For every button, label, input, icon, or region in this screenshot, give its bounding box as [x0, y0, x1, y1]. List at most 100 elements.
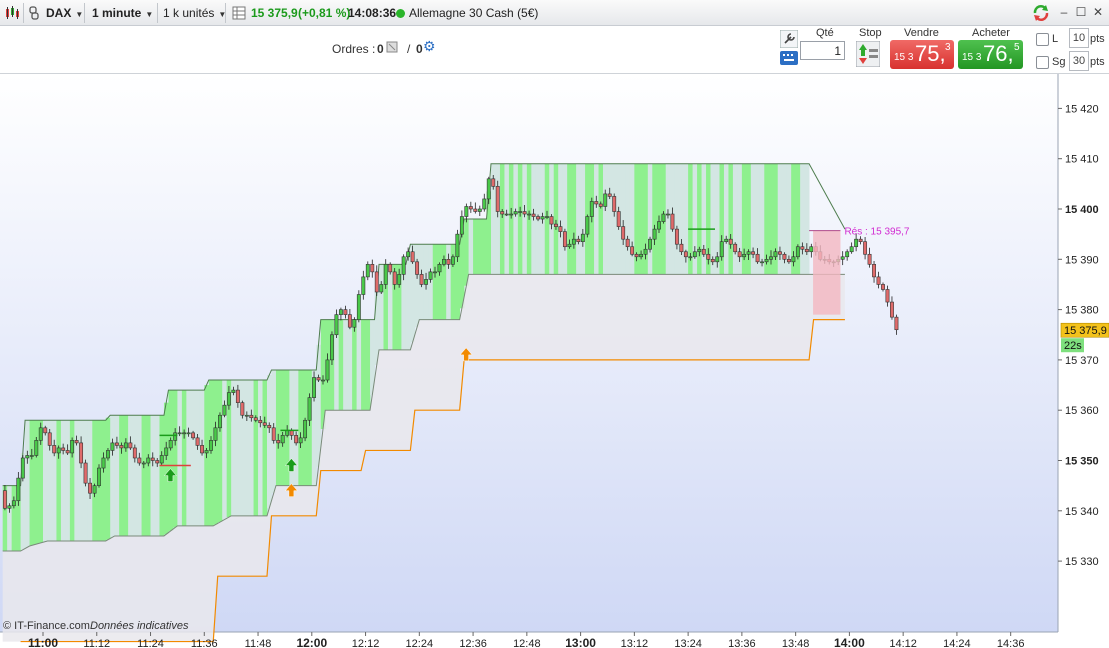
- candle-down: [863, 241, 868, 255]
- candle-up: [809, 246, 814, 253]
- x-tick-label: 13:36: [728, 638, 756, 648]
- channel-band: [697, 163, 702, 275]
- y-tick-label: 15 400: [1065, 204, 1099, 216]
- candle-down: [594, 201, 599, 205]
- channel-band: [759, 163, 765, 275]
- channel-band: [576, 163, 581, 275]
- pending-orders-icon[interactable]: [386, 41, 398, 53]
- channel-band: [25, 420, 30, 548]
- quantity-input[interactable]: 1: [800, 41, 845, 60]
- channel-band: [177, 390, 183, 526]
- candle-up: [280, 435, 285, 444]
- resistance-zone: [813, 230, 841, 315]
- candle-up: [513, 211, 518, 215]
- channel-band: [258, 380, 263, 516]
- x-tick-label: 11:24: [137, 638, 164, 648]
- sell-button[interactable]: 15 3 75, 3: [890, 40, 954, 69]
- candle-up: [504, 213, 509, 216]
- units-select[interactable]: 1 k unités ▼: [163, 0, 226, 26]
- channel-band: [571, 163, 577, 275]
- price-chart[interactable]: Rés : 15 395,7 15 330 15 340 15 350 15 360 1…: [0, 74, 1109, 648]
- x-tick-label: 12:36: [459, 638, 487, 648]
- candle-down: [710, 258, 715, 263]
- candle-up: [567, 243, 572, 248]
- channel-band: [620, 163, 626, 275]
- x-tick-label: 12:12: [352, 638, 380, 648]
- minimize-button[interactable]: –: [1056, 4, 1072, 20]
- candle-up: [760, 261, 764, 264]
- candle-up: [146, 457, 151, 464]
- timeframe-select[interactable]: 1 minute ▼: [92, 0, 153, 26]
- stop-guaranteed-checkbox[interactable]: [1036, 56, 1049, 69]
- channel-band: [513, 163, 519, 275]
- candlestick-chart-icon[interactable]: [4, 5, 20, 21]
- channel-band: [101, 420, 107, 541]
- channel-band: [181, 390, 187, 526]
- channel-band: [298, 369, 304, 486]
- channel-band: [343, 319, 349, 411]
- x-tick-label: 12:24: [406, 638, 434, 648]
- link-icon[interactable]: [27, 5, 41, 21]
- candle-up: [742, 253, 747, 258]
- candle-down: [751, 251, 756, 255]
- channel-band: [607, 163, 613, 275]
- channel-band: [477, 219, 483, 275]
- candle-down: [562, 231, 567, 248]
- candle-down: [733, 243, 738, 253]
- candle-down: [674, 228, 679, 245]
- instrument-select[interactable]: DAX ▼: [46, 0, 83, 26]
- candle-up: [589, 201, 594, 217]
- channel-band: [482, 219, 487, 275]
- channel-band: [159, 415, 165, 536]
- candle-down: [679, 243, 684, 253]
- channel-band: [267, 374, 272, 509]
- channel-band: [92, 420, 98, 541]
- wrench-icon[interactable]: [780, 30, 798, 48]
- limit-points-input[interactable]: 10: [1069, 28, 1089, 48]
- candle-up: [25, 455, 30, 459]
- candle-down: [446, 258, 451, 265]
- channel-band: [240, 380, 245, 516]
- candle-up: [585, 216, 590, 235]
- candle-up: [106, 450, 110, 459]
- candle-down: [858, 238, 863, 242]
- close-icon[interactable]: ✕: [1090, 4, 1106, 20]
- candle-up: [401, 256, 406, 275]
- clock-time: 14:08:36: [348, 6, 397, 20]
- candle-up: [97, 467, 101, 486]
- candle-down: [549, 216, 554, 225]
- channel-band: [119, 415, 125, 536]
- refresh-icon[interactable]: [1031, 3, 1051, 23]
- candle-down: [706, 253, 711, 260]
- stop-points-input[interactable]: 30: [1069, 51, 1089, 71]
- market-open-indicator: [396, 9, 405, 18]
- candle-down: [235, 389, 240, 403]
- candle-down: [347, 314, 352, 328]
- maximize-button[interactable]: ☐: [1073, 4, 1089, 20]
- keyboard-icon[interactable]: [780, 51, 798, 65]
- candle-up: [365, 264, 370, 278]
- channel-band: [262, 380, 268, 516]
- candle-down: [191, 432, 196, 439]
- stop-order-icon[interactable]: [856, 41, 880, 67]
- sell-label: Vendre: [904, 27, 939, 39]
- settings-gear-icon[interactable]: ⚙: [423, 38, 436, 55]
- buy-price-fraction: 5: [1014, 42, 1020, 53]
- candle-up: [38, 427, 43, 441]
- candle-down: [894, 316, 899, 331]
- table-icon[interactable]: [232, 6, 246, 20]
- channel-band: [60, 420, 66, 541]
- channel-band: [495, 163, 501, 275]
- buy-button[interactable]: 15 3 76, 5: [958, 40, 1023, 69]
- candle-up: [356, 294, 361, 320]
- candle-down: [114, 442, 119, 446]
- candle-down: [410, 251, 415, 263]
- candle-down: [634, 253, 639, 258]
- limit-checkbox[interactable]: [1036, 33, 1049, 46]
- candle-up: [428, 271, 433, 280]
- candle-down: [43, 427, 48, 434]
- market-name: Allemagne 30 Cash (5€): [409, 6, 539, 20]
- candle-down: [522, 211, 527, 215]
- candle-up: [173, 432, 178, 441]
- channel-band: [562, 163, 568, 275]
